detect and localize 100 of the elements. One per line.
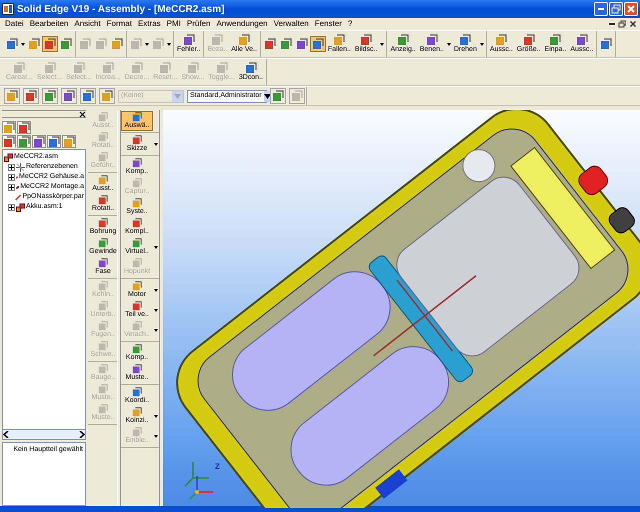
dropdown-arrow[interactable] bbox=[154, 308, 158, 312]
tool-icon bbox=[549, 34, 562, 46]
toolbar-icon-button[interactable] bbox=[99, 88, 115, 104]
tool-icon bbox=[132, 344, 142, 354]
tool-icon bbox=[6, 38, 18, 50]
pathfinder-tab[interactable] bbox=[17, 121, 31, 134]
tool-icon bbox=[132, 178, 142, 188]
tool-icon bbox=[130, 38, 142, 50]
tool-icon bbox=[98, 321, 108, 331]
tool-icon bbox=[360, 34, 372, 46]
tool-icon bbox=[3, 122, 15, 134]
tool-icon bbox=[238, 34, 250, 46]
tool-icon bbox=[3, 136, 15, 148]
toolbar-icon-button[interactable] bbox=[23, 88, 39, 104]
restore-button[interactable] bbox=[609, 2, 623, 16]
dropdown-arrow[interactable] bbox=[154, 414, 158, 418]
tool-icon bbox=[132, 218, 142, 228]
tool-icon bbox=[272, 90, 284, 102]
menu-item[interactable]: Format bbox=[104, 20, 135, 28]
restore-icon bbox=[611, 4, 621, 14]
tool-icon bbox=[101, 90, 113, 102]
tool-icon bbox=[13, 62, 26, 74]
tool-icon bbox=[132, 258, 142, 268]
tool-icon bbox=[132, 387, 142, 397]
tool-icon bbox=[98, 218, 108, 228]
expand-toggle[interactable] bbox=[8, 184, 15, 190]
tool-icon bbox=[98, 175, 108, 185]
close-icon[interactable] bbox=[79, 111, 86, 118]
tool-icon bbox=[63, 136, 75, 148]
close-button[interactable] bbox=[624, 2, 638, 16]
restore-icon[interactable] bbox=[618, 20, 626, 28]
planes-icon bbox=[16, 162, 25, 172]
menu-item[interactable]: Prüfen bbox=[184, 20, 214, 28]
pathfinder-tab[interactable] bbox=[32, 135, 46, 148]
close-icon[interactable] bbox=[629, 20, 637, 28]
minimize-button[interactable] bbox=[594, 2, 608, 16]
toolbar-icon-button[interactable] bbox=[598, 36, 614, 52]
tool-icon bbox=[63, 90, 75, 102]
dropdown-arrow[interactable] bbox=[480, 42, 484, 46]
menu-item[interactable]: Fenster bbox=[312, 20, 345, 28]
pathfinder-tab[interactable] bbox=[47, 135, 61, 148]
tool-icon bbox=[98, 112, 108, 122]
close-icon bbox=[626, 4, 636, 14]
caret-icon bbox=[264, 94, 271, 98]
toolbar-icon-button[interactable] bbox=[42, 88, 58, 104]
menu-item[interactable]: Extras bbox=[134, 20, 164, 28]
toolbar-icon-button[interactable] bbox=[310, 36, 326, 52]
tool-icon bbox=[291, 90, 303, 102]
toolbar-icon-button[interactable] bbox=[80, 88, 96, 104]
axis-label: Z bbox=[215, 463, 220, 472]
tool-icon bbox=[132, 301, 142, 311]
tool-icon bbox=[60, 38, 72, 50]
tool-icon bbox=[132, 321, 142, 331]
expand-toggle[interactable] bbox=[8, 204, 15, 210]
tool-icon bbox=[44, 90, 56, 102]
tool-icon bbox=[397, 34, 410, 46]
menu-item[interactable]: Bearbeiten bbox=[26, 20, 72, 28]
tool-icon bbox=[152, 38, 164, 50]
menu-item[interactable]: Anwendungen bbox=[213, 20, 271, 28]
toolbar-icon-button[interactable] bbox=[4, 88, 20, 104]
tool-icon bbox=[44, 38, 56, 50]
dropdown-arrow[interactable] bbox=[154, 246, 158, 248]
toolbar-icon-button[interactable] bbox=[4, 36, 20, 52]
pathfinder-tab[interactable] bbox=[2, 135, 16, 148]
menu-item[interactable]: ? bbox=[344, 20, 356, 28]
menu-item[interactable]: Datei bbox=[2, 20, 27, 28]
minimize-icon bbox=[598, 8, 604, 10]
expand-toggle[interactable] bbox=[8, 164, 15, 170]
toolbar-icon-button[interactable] bbox=[42, 36, 58, 52]
toolbar-icon-button[interactable] bbox=[109, 36, 125, 52]
app-icon bbox=[2, 3, 14, 15]
dropdown-arrow[interactable] bbox=[446, 42, 451, 46]
toolbar-icon-button[interactable] bbox=[61, 88, 77, 104]
dropdown-arrow[interactable] bbox=[21, 42, 25, 46]
dropdown-arrow[interactable] bbox=[154, 142, 158, 146]
menu-item[interactable]: PMI bbox=[164, 20, 184, 28]
pathfinder-tab[interactable] bbox=[2, 121, 16, 134]
tool-icon bbox=[132, 158, 142, 168]
menu-item[interactable]: Verwalten bbox=[270, 20, 312, 28]
dropdown-arrow[interactable] bbox=[154, 288, 158, 292]
toolbar-icon-button[interactable] bbox=[58, 36, 74, 52]
toolbar-icon-button[interactable] bbox=[270, 88, 286, 104]
plus-icon bbox=[9, 204, 14, 210]
tool-icon bbox=[159, 62, 172, 74]
caret-icon bbox=[174, 94, 181, 98]
tool-icon bbox=[98, 341, 108, 351]
tool-icon bbox=[98, 258, 108, 268]
tool-icon bbox=[132, 112, 142, 122]
toolbar-icon-button[interactable] bbox=[26, 36, 42, 52]
menu-item[interactable]: Ansicht bbox=[71, 20, 104, 28]
plus-icon bbox=[9, 184, 14, 190]
tool-icon bbox=[18, 122, 30, 134]
tool-icon bbox=[28, 38, 40, 50]
pathfinder-tab[interactable] bbox=[62, 135, 76, 148]
horizontal-scrollbar[interactable] bbox=[2, 430, 86, 440]
tool-icon bbox=[459, 34, 472, 46]
dropdown-arrow[interactable] bbox=[380, 42, 384, 46]
expand-toggle[interactable] bbox=[8, 174, 15, 180]
tool-icon bbox=[98, 238, 108, 248]
pathfinder-tab[interactable] bbox=[17, 135, 31, 148]
